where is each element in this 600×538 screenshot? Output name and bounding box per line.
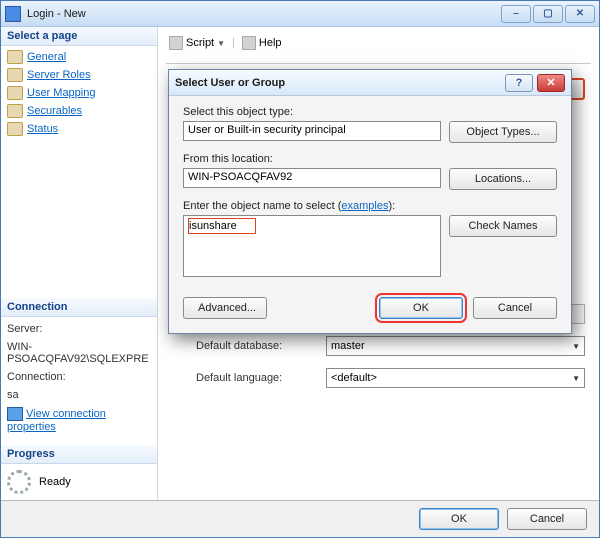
titlebar[interactable]: Login - New – ▢ ✕ (1, 1, 599, 27)
default-database-label: Default database: (196, 340, 316, 352)
sidebar-item-label: Securables (27, 105, 82, 117)
entered-object-name: isunshare (188, 218, 256, 234)
help-icon (242, 36, 256, 50)
select-user-or-group-dialog: Select User or Group ? ✕ Select this obj… (168, 69, 572, 334)
chevron-down-icon: ▼ (217, 39, 225, 48)
default-language-select[interactable]: <default>▼ (326, 368, 585, 388)
location-field: WIN-PSOACQFAV92 (183, 168, 441, 188)
ok-button[interactable]: OK (419, 508, 499, 530)
object-name-label: Enter the object name to select (example… (183, 200, 557, 212)
advanced-button[interactable]: Advanced... (183, 297, 267, 319)
page-icon (7, 50, 23, 64)
check-names-button[interactable]: Check Names (449, 215, 557, 237)
progress-header: Progress (1, 445, 157, 464)
close-button[interactable]: ✕ (565, 5, 595, 23)
examples-link[interactable]: examples (341, 200, 388, 212)
script-label: Script (186, 37, 214, 49)
help-label: Help (259, 37, 282, 49)
progress-spinner-icon (7, 470, 31, 494)
app-icon (5, 6, 21, 22)
toolbar: Script ▼ | Help (166, 33, 591, 59)
left-panel: Select a page General Server Roles User … (1, 27, 158, 500)
help-button[interactable]: Help (239, 35, 285, 51)
object-type-label: Select this object type: (183, 106, 557, 118)
connection-label: Connection: (7, 371, 151, 383)
object-type-field: User or Built-in security principal (183, 121, 441, 141)
sidebar-item-user-mapping[interactable]: User Mapping (1, 84, 157, 102)
sidebar-item-label: User Mapping (27, 87, 95, 99)
window-title: Login - New (27, 8, 501, 20)
sidebar-item-general[interactable]: General (1, 48, 157, 66)
dialog-cancel-button[interactable]: Cancel (473, 297, 557, 319)
minimize-button[interactable]: – (501, 5, 531, 23)
page-list: General Server Roles User Mapping Secura… (1, 46, 157, 140)
sidebar-item-server-roles[interactable]: Server Roles (1, 66, 157, 84)
sidebar-item-label: Server Roles (27, 69, 91, 81)
select-page-header: Select a page (1, 27, 157, 46)
default-language-label: Default language: (196, 372, 316, 384)
dialog-close-button[interactable]: ✕ (537, 74, 565, 92)
script-icon (169, 36, 183, 50)
toolbar-separator: | (232, 37, 235, 49)
connection-header: Connection (1, 298, 157, 317)
connection-value: sa (7, 389, 151, 401)
page-icon (7, 68, 23, 82)
sidebar-item-label: General (27, 51, 66, 63)
chevron-down-icon: ▼ (572, 342, 580, 351)
sidebar-item-securables[interactable]: Securables (1, 102, 157, 120)
script-dropdown[interactable]: Script ▼ (166, 35, 228, 51)
object-types-button[interactable]: Object Types... (449, 121, 557, 143)
object-name-input[interactable]: isunshare (183, 215, 441, 277)
dialog-ok-button[interactable]: OK (379, 297, 463, 319)
page-icon (7, 122, 23, 136)
dialog-help-button[interactable]: ? (505, 74, 533, 92)
dialog-title: Select User or Group (175, 77, 505, 89)
server-label: Server: (7, 323, 151, 335)
progress-status: Ready (39, 476, 71, 488)
page-icon (7, 104, 23, 118)
properties-icon (7, 407, 23, 421)
locations-button[interactable]: Locations... (449, 168, 557, 190)
chevron-down-icon: ▼ (572, 374, 580, 383)
page-icon (7, 86, 23, 100)
cancel-button[interactable]: Cancel (507, 508, 587, 530)
sidebar-item-label: Status (27, 123, 58, 135)
dialog-titlebar[interactable]: Select User or Group ? ✕ (169, 70, 571, 96)
sidebar-item-status[interactable]: Status (1, 120, 157, 138)
location-label: From this location: (183, 153, 557, 165)
maximize-button[interactable]: ▢ (533, 5, 563, 23)
server-value: WIN-PSOACQFAV92\SQLEXPRE (7, 341, 151, 365)
footer: OK Cancel (1, 501, 599, 537)
default-database-select[interactable]: master▼ (326, 336, 585, 356)
